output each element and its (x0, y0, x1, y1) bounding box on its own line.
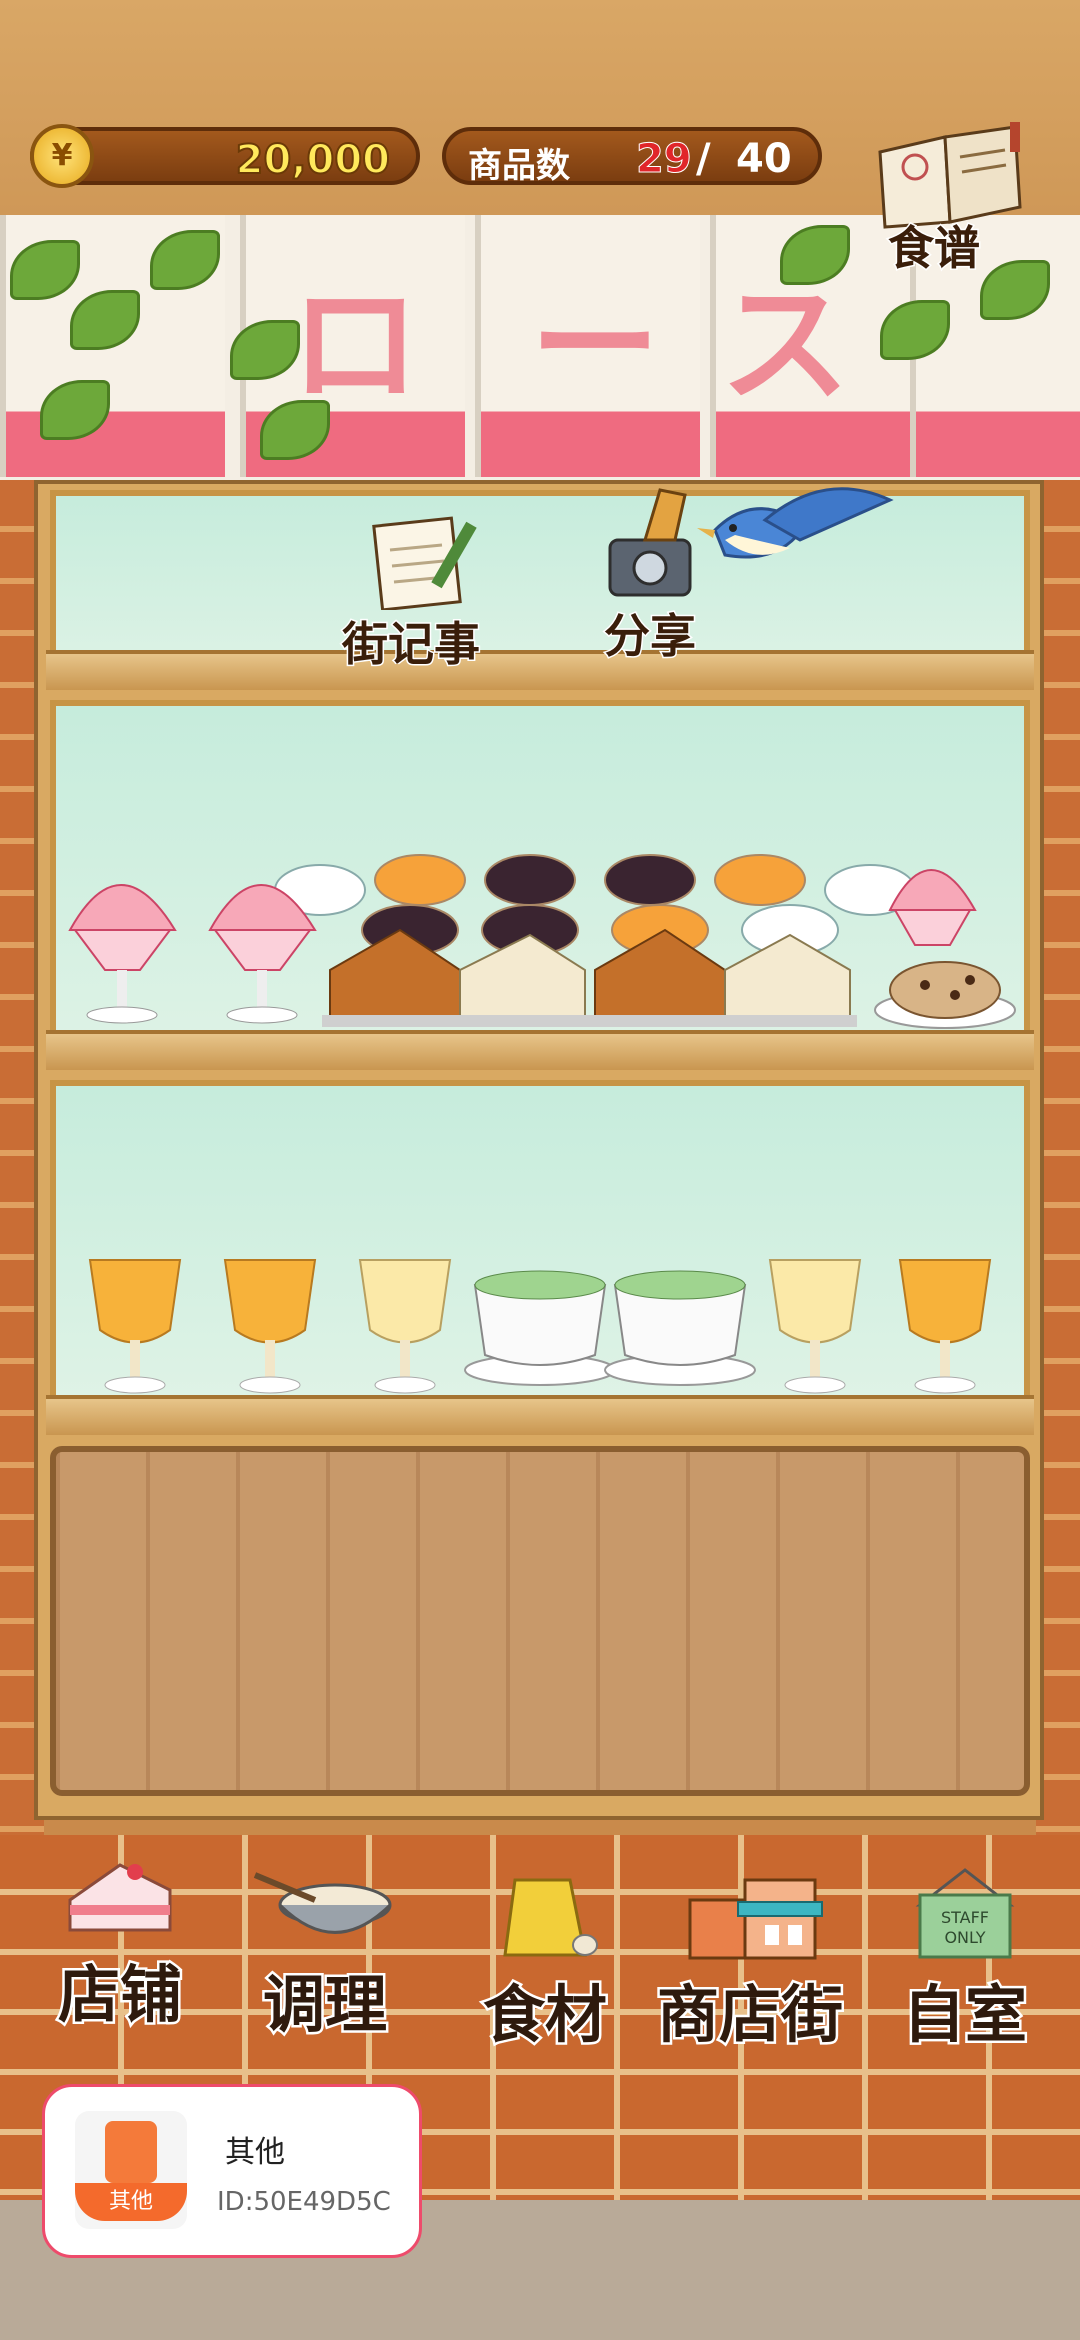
goods-count-bar: 商品数 29 / 40 (442, 127, 822, 186)
ad-badge: 其他 (75, 2183, 187, 2221)
matcha-latte-icon (464, 1270, 756, 1386)
nav-shop-label: 店铺 (55, 1956, 184, 2034)
nav-cooking-label: 调理 (260, 1966, 389, 2044)
nav-shop[interactable]: 店铺 (40, 1850, 200, 2034)
dessert-bowl-icon (274, 854, 916, 956)
town-news-button-label[interactable]: 街记事 (341, 608, 482, 674)
ad-app-icon: 其他 (75, 2111, 187, 2229)
cabinet-drawer (50, 1446, 1030, 1796)
ad-card[interactable]: 其他 其他 ID:50E49D5C (42, 2084, 422, 2258)
mixing-bowl-icon (253, 1872, 392, 1934)
drink-shelf-items (88, 1259, 992, 1394)
nav-shopping-street[interactable]: 商店街 (640, 1870, 860, 2054)
nav-private-room[interactable]: STAFF ONLY 自室 (880, 1865, 1050, 2054)
shelf-ledge (46, 650, 1034, 690)
shop-street-icon (688, 1878, 823, 1960)
share-button-label[interactable]: 分享 (603, 600, 698, 666)
nav-ingredients-label: 食材 (480, 1976, 609, 2054)
svg-text:ONLY: ONLY (944, 1928, 985, 1947)
share-bird-camera-icon[interactable] (605, 470, 905, 605)
staff-sign-text: STAFF (941, 1908, 989, 1927)
goods-label: 商品数 (468, 146, 570, 186)
ingredient-bag-icon (503, 1878, 598, 1957)
coin-icon: ¥ (30, 124, 94, 188)
cake-icon (68, 1863, 172, 1932)
staff-only-door-icon: STAFF ONLY (915, 1868, 1015, 1959)
nav-private-room-label: 自室 (900, 1976, 1029, 2054)
ad-title: 其他 (225, 2135, 285, 2170)
nav-ingredients[interactable]: 食材 (470, 1870, 620, 2054)
dessert-shelf-items (68, 854, 1016, 1029)
recipe-button-label[interactable]: 食谱 (887, 212, 982, 278)
goods-separator: / (696, 136, 711, 182)
money-value: 20,000 (235, 136, 391, 184)
notepad-icon[interactable] (370, 510, 480, 610)
goods-count: 29 (636, 136, 693, 183)
nav-shopping-street-label: 商店街 (654, 1976, 845, 2054)
ad-id: ID:50E49D5C (217, 2187, 391, 2217)
sign-char: ー (530, 269, 661, 421)
cookie-plate-icon (874, 961, 1016, 1029)
goods-max: 40 (736, 136, 792, 182)
document-icon (105, 2121, 157, 2183)
cheesecake-icon (322, 928, 857, 1027)
nav-cooking[interactable]: 调理 (225, 1860, 425, 2044)
